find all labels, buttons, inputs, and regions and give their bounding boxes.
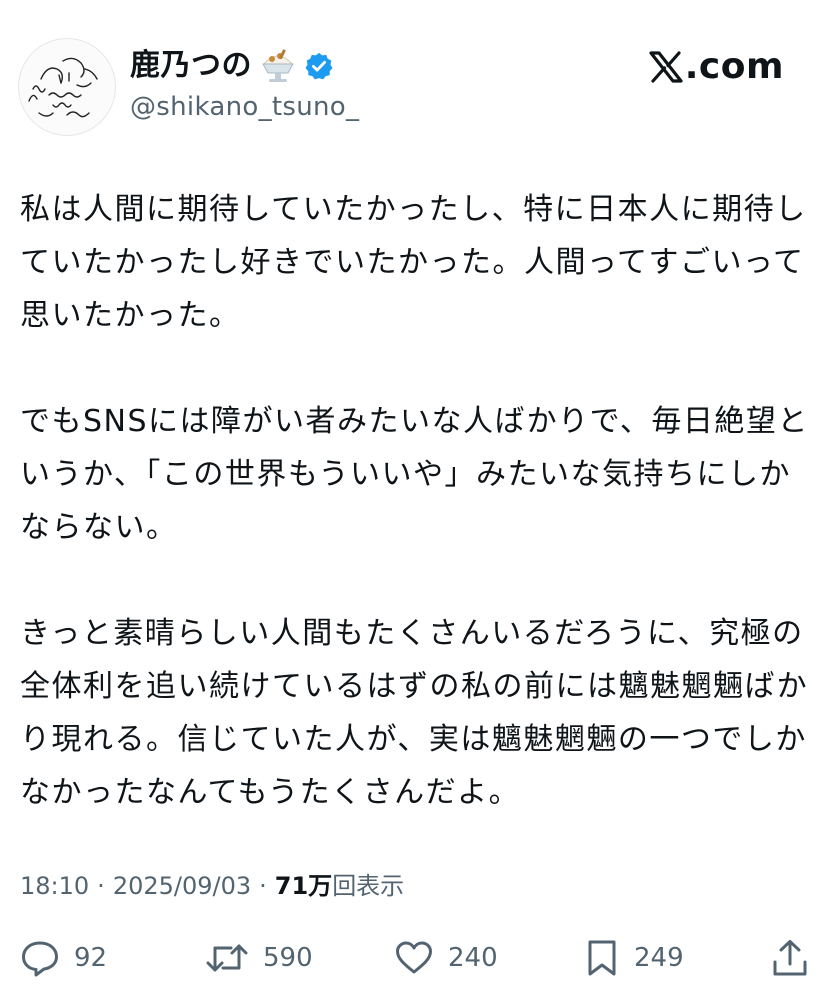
tweet-paragraph: きっと素晴らしい人間もたくさんいるだろうに、究極の全体利を追い続けているはずの私… — [20, 616, 809, 810]
display-name[interactable]: 鹿乃つの — [130, 46, 252, 86]
tweet-header: 鹿乃つの @shikano_tsuno_ .com — [0, 0, 828, 150]
tweet-meta: 18:10 · 2025/09/03 · 71万 回表示 — [20, 866, 404, 906]
meta-separator: · — [259, 872, 267, 900]
views-label: 回表示 — [332, 872, 405, 900]
tweet-paragraph: 私は人間に期待していたかったし、特に日本人に期待していたかったし好きでいたかった… — [20, 192, 807, 333]
heart-icon — [396, 941, 432, 974]
author-handle[interactable]: @shikano_tsuno_ — [130, 90, 359, 124]
tweet-date[interactable]: 2025/09/03 — [113, 866, 251, 906]
share-button[interactable] — [770, 938, 810, 978]
views-count: 71万 — [274, 872, 333, 900]
x-logo-icon — [649, 51, 683, 83]
bookmark-icon — [588, 940, 616, 976]
tweet-text: 私は人間に期待していたかったし、特に日本人に期待していたかったし好きでいたかった… — [20, 183, 810, 819]
like-count: 240 — [448, 943, 498, 973]
action-bar: 92 590 240 249 — [0, 932, 828, 984]
shaved-ice-emoji-icon — [258, 46, 298, 86]
share-icon — [773, 940, 807, 976]
verified-badge-icon — [304, 51, 334, 81]
avatar[interactable] — [18, 38, 116, 136]
meta-separator: · — [97, 872, 105, 900]
name-row: 鹿乃つの — [130, 44, 334, 88]
retweet-button[interactable]: 590 — [205, 938, 313, 978]
tweet-time[interactable]: 18:10 — [20, 866, 89, 906]
like-button[interactable]: 240 — [394, 938, 498, 978]
bookmark-button[interactable]: 249 — [584, 938, 684, 978]
source-brand: .com — [649, 44, 784, 90]
brand-domain-text: .com — [684, 46, 784, 87]
avatar-sketch-icon — [28, 57, 98, 118]
retweet-count: 590 — [263, 943, 313, 973]
bookmark-count: 249 — [634, 943, 684, 973]
reply-count: 92 — [74, 943, 108, 973]
retweet-icon — [206, 944, 248, 972]
reply-icon — [22, 941, 58, 977]
reply-button[interactable]: 92 — [20, 938, 107, 978]
tweet-paragraph: でもSNSには障がい者みたいな人ばかりで、毎日絶望というか、「この世界もういいや… — [20, 404, 809, 545]
